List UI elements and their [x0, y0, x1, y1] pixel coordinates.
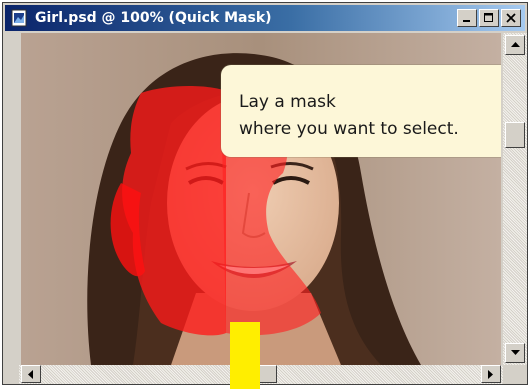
photoshop-document-icon — [11, 9, 29, 27]
highlight-marker — [230, 322, 260, 389]
title-bar[interactable]: Girl.psd @ 100% (Quick Mask) — [5, 5, 525, 31]
instruction-tooltip: Lay a mask where you want to select. — [221, 65, 501, 157]
document-window: Girl.psd @ 100% (Quick Mask) Lay a mask … — [2, 2, 528, 385]
tooltip-line-2: where you want to select. — [239, 119, 459, 139]
minimize-icon — [463, 20, 470, 22]
vertical-scrollbar[interactable] — [503, 33, 527, 365]
scroll-right-button[interactable] — [481, 365, 501, 383]
close-icon — [506, 13, 516, 23]
scroll-left-button[interactable] — [21, 365, 41, 383]
arrow-down-icon — [510, 350, 520, 355]
arrow-right-icon — [488, 369, 493, 379]
scroll-up-button[interactable] — [505, 35, 525, 55]
arrow-left-icon — [28, 369, 33, 379]
minimize-button[interactable] — [457, 9, 477, 27]
maximize-button[interactable] — [479, 9, 499, 27]
scroll-down-button[interactable] — [505, 343, 525, 363]
horizontal-scrollbar[interactable] — [19, 365, 503, 384]
vertical-scroll-thumb[interactable] — [505, 122, 525, 148]
window-title: Girl.psd @ 100% (Quick Mask) — [35, 10, 272, 26]
close-button[interactable] — [501, 9, 521, 27]
image-canvas[interactable]: Lay a mask where you want to select. — [21, 33, 501, 365]
arrow-up-icon — [510, 42, 520, 47]
maximize-icon — [484, 13, 493, 22]
resize-corner[interactable] — [503, 365, 527, 384]
tooltip-line-1: Lay a mask — [239, 92, 336, 112]
